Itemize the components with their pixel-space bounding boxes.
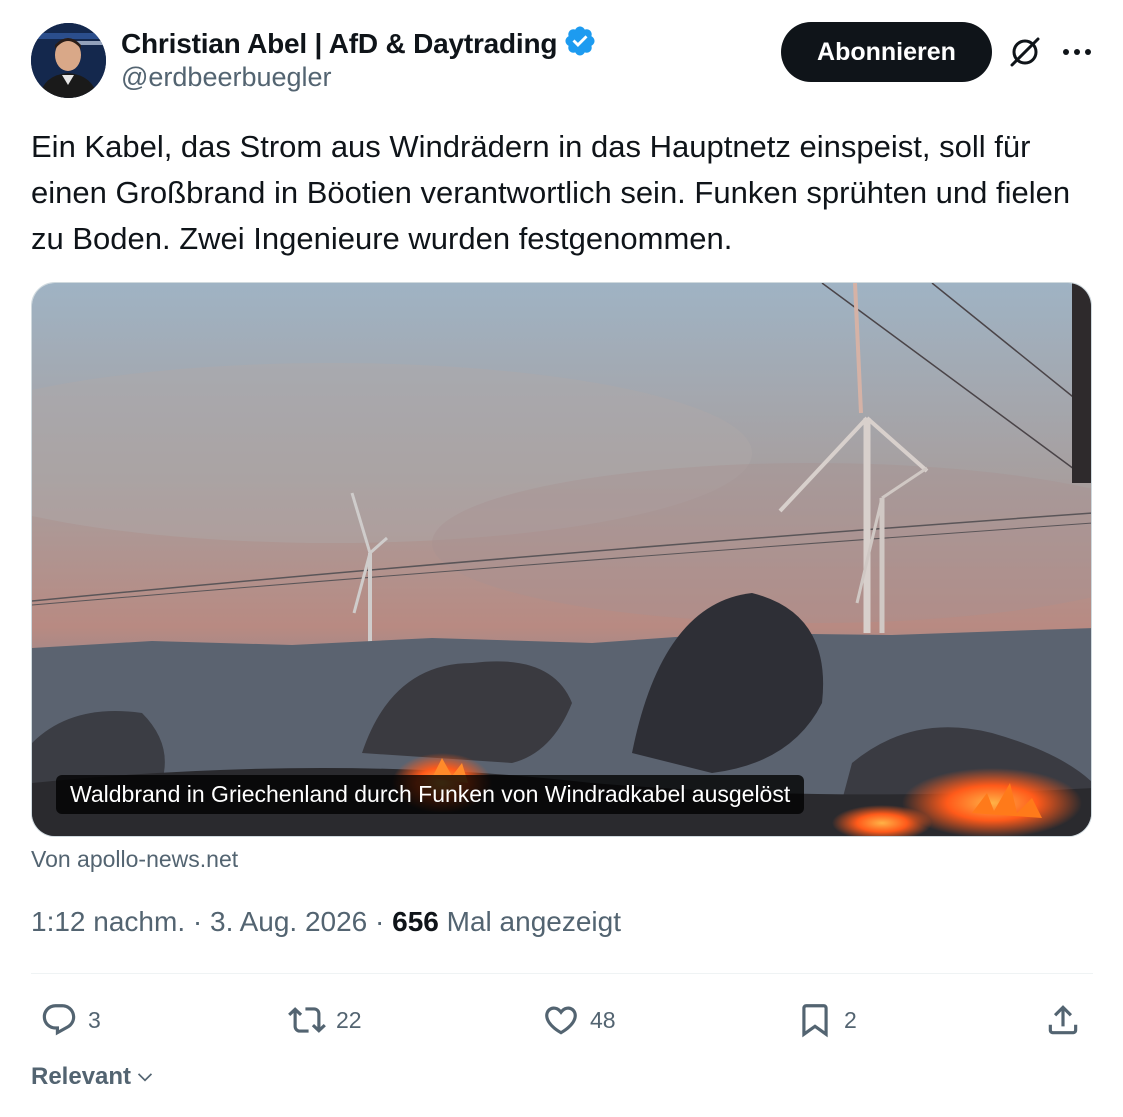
- views-count: 656: [392, 906, 439, 937]
- reply-button[interactable]: 3: [40, 1000, 101, 1040]
- bookmark-count: 2: [844, 1006, 857, 1033]
- tweet-text: Ein Kabel, das Strom aus Windrädern in d…: [31, 129, 1071, 256]
- divider: [31, 973, 1093, 974]
- repost-icon: [288, 1007, 326, 1033]
- author-name-row[interactable]: Christian Abel | AfD & Daytrading: [121, 24, 597, 63]
- meta-separator: ·: [367, 906, 393, 937]
- verified-badge-icon: [563, 24, 597, 63]
- bookmark-icon: [802, 1004, 828, 1038]
- repost-count: 22: [336, 1006, 362, 1033]
- share-icon: [1048, 1005, 1078, 1035]
- sort-dropdown[interactable]: Relevant: [31, 1063, 155, 1091]
- tweet-time[interactable]: 1:12 nachm.: [31, 906, 185, 938]
- sort-label: Relevant: [31, 1063, 132, 1090]
- tweet-date[interactable]: 3. Aug. 2026: [210, 906, 367, 938]
- like-count: 48: [590, 1006, 616, 1033]
- grok-icon[interactable]: [1003, 30, 1047, 74]
- follow-button[interactable]: Abonnieren: [781, 22, 992, 82]
- author-handle[interactable]: @erdbeerbuegler: [121, 62, 332, 93]
- reply-count: 3: [88, 1006, 101, 1033]
- meta-separator: ·: [185, 906, 210, 937]
- reply-icon: [42, 1004, 76, 1036]
- chevron-down-icon: [137, 1073, 153, 1082]
- heart-icon: [545, 1006, 577, 1035]
- author-name[interactable]: Christian Abel | AfD & Daytrading: [121, 28, 558, 60]
- share-button[interactable]: [1044, 1000, 1082, 1040]
- tweet-meta: 1:12 nachm. · 3. Aug. 2026 · 656 Mal ang…: [31, 906, 621, 938]
- link-card-caption: Waldbrand in Griechenland durch Funken v…: [56, 775, 805, 814]
- bookmark-button[interactable]: 2: [796, 1000, 857, 1040]
- link-source[interactable]: Von apollo-news.net: [31, 846, 238, 873]
- avatar[interactable]: [31, 23, 106, 98]
- views-label: Mal angezeigt: [438, 906, 621, 937]
- more-options-icon[interactable]: [1055, 30, 1099, 74]
- like-button[interactable]: 48: [542, 1000, 616, 1040]
- link-card-image[interactable]: Waldbrand in Griechenland durch Funken v…: [31, 282, 1092, 837]
- repost-button[interactable]: 22: [288, 1000, 362, 1040]
